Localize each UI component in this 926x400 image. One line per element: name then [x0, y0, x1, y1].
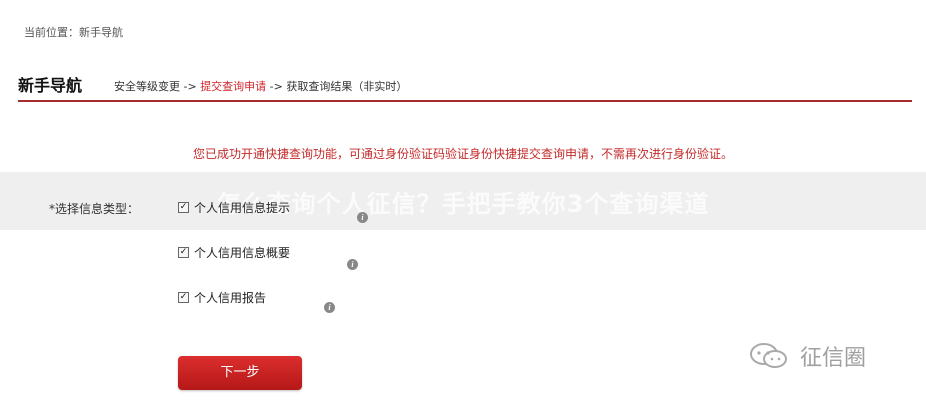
- option-credit-hint[interactable]: ✓ 个人信用信息提示: [178, 199, 290, 216]
- checkbox-checked[interactable]: ✓: [178, 247, 189, 258]
- step-get-result: 获取查询结果（非实时）: [286, 80, 408, 93]
- info-icon[interactable]: i: [357, 212, 368, 223]
- option-label: 个人信用信息概要: [194, 246, 291, 260]
- select-label: *选择信息类型：: [49, 202, 140, 216]
- success-notice: 您已成功开通快捷查询功能，可通过身份验证码验证身份快捷提交查询申请，不需再次进行…: [192, 147, 733, 161]
- page-header: 新手导航 安全等级变更 -> 提交查询申请 -> 获取查询结果（非实时）: [18, 68, 912, 102]
- next-step-button[interactable]: 下一步: [178, 356, 302, 390]
- info-icon[interactable]: i: [347, 259, 358, 270]
- breadcrumb: 当前位置：新手导航: [24, 26, 123, 39]
- step-progress: 安全等级变更 -> 提交查询申请 -> 获取查询结果（非实时）: [114, 78, 407, 94]
- option-credit-report[interactable]: ✓ 个人信用报告: [178, 289, 266, 306]
- info-icon[interactable]: i: [324, 302, 335, 313]
- checkbox-checked[interactable]: ✓: [178, 292, 189, 303]
- step-security-level: 安全等级变更: [114, 80, 180, 93]
- page-title: 新手导航: [18, 76, 83, 95]
- option-label: 个人信用信息提示: [194, 201, 291, 215]
- step-arrow: ->: [266, 80, 287, 93]
- option-label: 个人信用报告: [194, 291, 267, 305]
- checkbox-checked[interactable]: ✓: [178, 202, 189, 213]
- brand-name: 征信圈: [800, 346, 867, 371]
- option-credit-summary[interactable]: ✓ 个人信用信息概要: [178, 244, 290, 261]
- step-submit-query: 提交查询申请: [200, 80, 267, 93]
- step-arrow: ->: [180, 80, 201, 93]
- wechat-icon: [750, 343, 787, 368]
